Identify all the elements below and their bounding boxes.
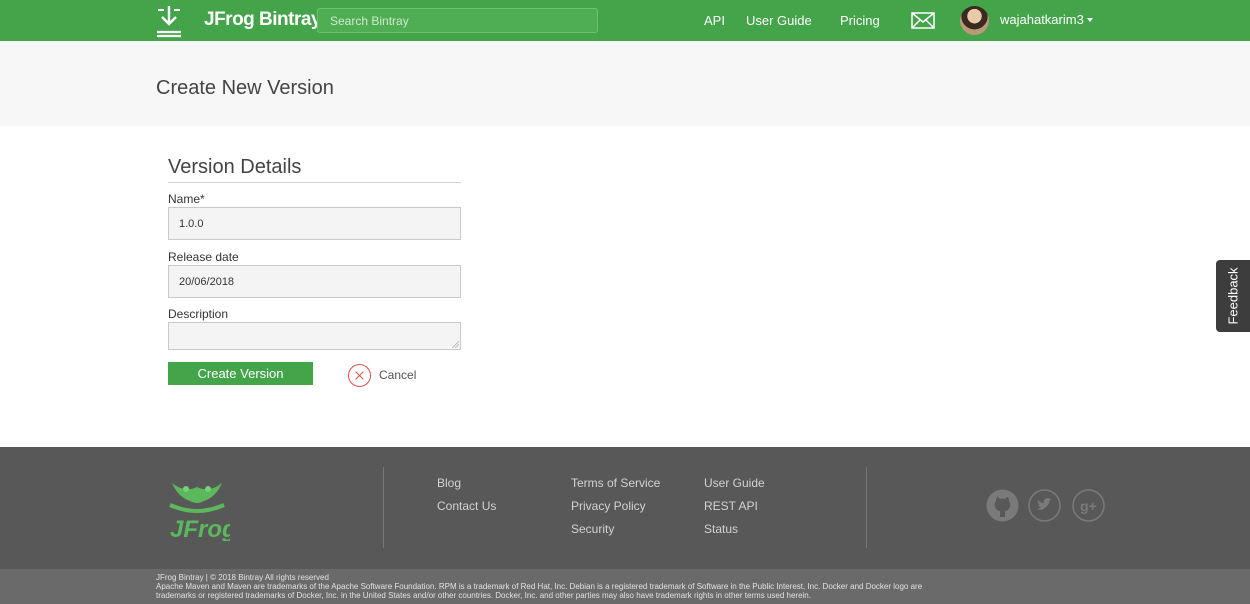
user-avatar[interactable]	[960, 6, 989, 35]
feedback-label: Feedback	[1225, 267, 1241, 325]
footer-link-terms[interactable]: Terms of Service	[571, 476, 660, 490]
cancel-link[interactable]: Cancel	[379, 368, 416, 382]
brand-logo-text[interactable]: JFrog Bintray	[204, 9, 322, 31]
name-field[interactable]	[168, 207, 461, 240]
copyright-text: JFrog Bintray | © 2018 Bintray All right…	[156, 573, 329, 582]
twitter-icon[interactable]	[1028, 489, 1061, 522]
cancel-icon[interactable]	[348, 364, 371, 387]
section-title: Version Details	[168, 156, 302, 178]
footer-link-rest-api[interactable]: REST API	[704, 499, 758, 513]
footer-divider-right	[866, 467, 867, 548]
nav-user-guide-link[interactable]: User Guide	[746, 13, 812, 28]
create-version-button[interactable]: Create Version	[168, 362, 313, 385]
github-icon[interactable]	[986, 489, 1019, 522]
feedback-tab[interactable]: Feedback	[1216, 260, 1250, 332]
svg-text:JFrog: JFrog	[170, 516, 230, 541]
resize-handle-icon[interactable]	[451, 340, 459, 348]
svg-text:g+: g+	[1080, 498, 1097, 514]
nav-api-link[interactable]: API	[704, 13, 725, 28]
footer: JFrog Blog Contact Us Terms of Service P…	[0, 447, 1250, 569]
description-field[interactable]	[168, 322, 461, 350]
jfrog-logo-icon[interactable]: JFrog	[164, 475, 230, 541]
page-title: Create New Version	[156, 77, 334, 99]
mail-icon[interactable]	[911, 12, 935, 29]
footer-link-blog[interactable]: Blog	[437, 476, 461, 490]
username-label[interactable]: wajahatkarim3	[1000, 12, 1084, 27]
caret-down-icon[interactable]	[1087, 18, 1093, 22]
footer-link-user-guide[interactable]: User Guide	[704, 476, 765, 490]
description-label: Description	[168, 307, 229, 321]
google-plus-icon[interactable]: g+	[1072, 489, 1105, 522]
search-input[interactable]	[317, 8, 598, 33]
sub-footer: JFrog Bintray | © 2018 Bintray All right…	[0, 569, 1250, 604]
section-divider	[168, 182, 461, 183]
footer-link-contact[interactable]: Contact Us	[437, 499, 496, 513]
footer-link-security[interactable]: Security	[571, 522, 614, 536]
nav-pricing-link[interactable]: Pricing	[840, 13, 880, 28]
page-title-band: Create New Version	[0, 41, 1250, 126]
release-date-label: Release date	[168, 250, 239, 264]
footer-divider-left	[383, 467, 384, 548]
footer-link-privacy[interactable]: Privacy Policy	[571, 499, 646, 513]
trademark-text-2: trademarks or registered trademarks of D…	[156, 591, 811, 600]
top-navbar: JFrog Bintray API User Guide Pricing waj…	[0, 0, 1250, 41]
download-arrow-icon[interactable]	[155, 4, 183, 38]
name-label: Name*	[168, 192, 205, 206]
release-date-field[interactable]	[168, 265, 461, 298]
footer-link-status[interactable]: Status	[704, 522, 738, 536]
trademark-text-1: Apache Maven and Maven are trademarks of…	[156, 582, 923, 591]
